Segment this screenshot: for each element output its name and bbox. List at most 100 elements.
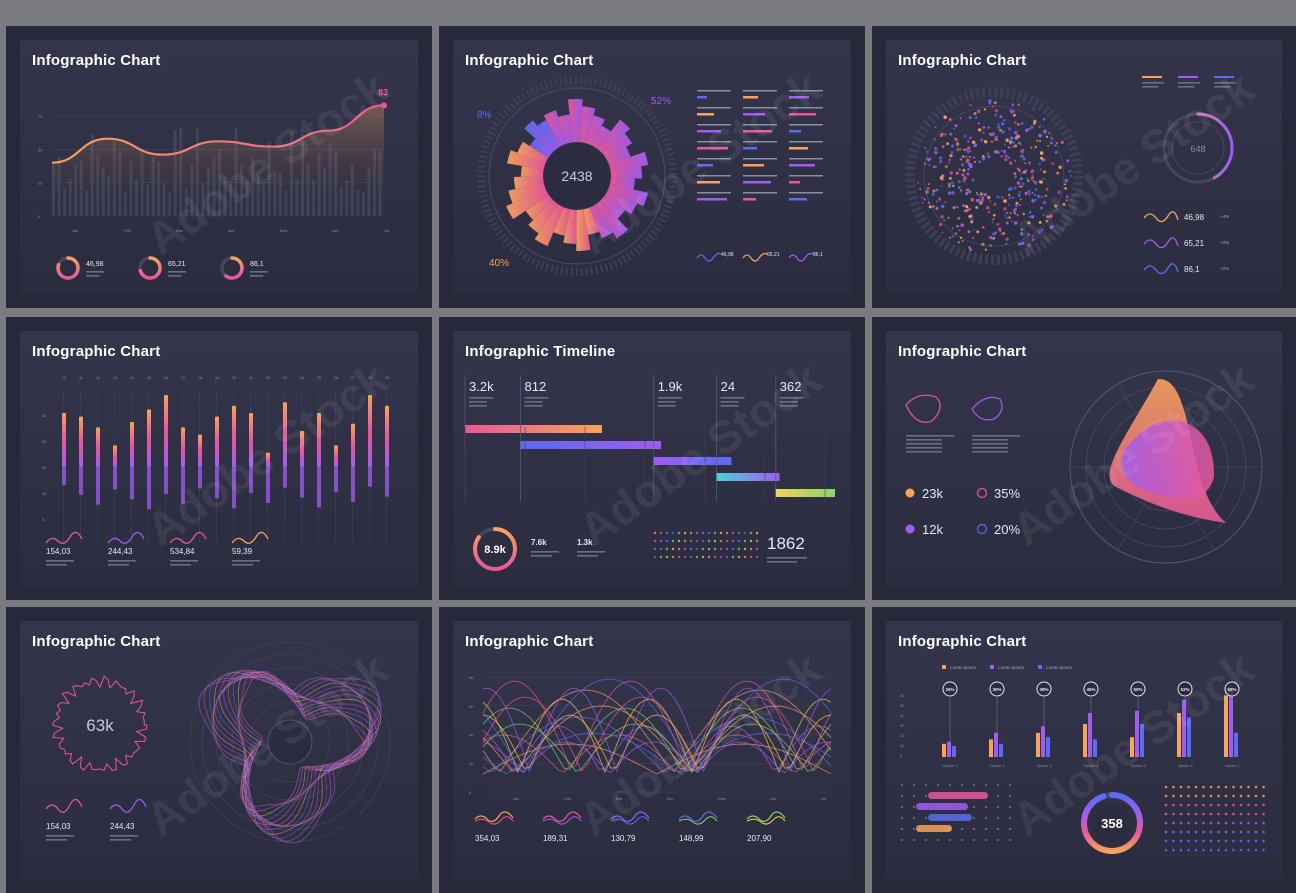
grid-dot [972, 827, 976, 831]
scatter-point [1016, 167, 1020, 170]
bar [1140, 724, 1144, 757]
dot-matrix-point [1217, 830, 1220, 834]
legend-caption [743, 158, 777, 160]
mini-sparkline [231, 531, 269, 544]
bar [147, 409, 151, 467]
legend-bar [743, 147, 757, 150]
scatter-point [941, 132, 944, 135]
scatter-point [961, 239, 964, 242]
scatter-point [1038, 125, 1041, 128]
bar [1088, 713, 1092, 757]
dot-matrix-point [743, 531, 747, 535]
scatter-point [1005, 216, 1008, 219]
scatter-point [1043, 170, 1047, 174]
scatter-point [959, 158, 962, 161]
y-tick-label: 20 [42, 465, 47, 470]
dot-matrix-point [755, 539, 759, 543]
dot-matrix-point [1224, 848, 1228, 852]
dot-matrix-point [1209, 848, 1213, 852]
x-tick-label: Feb [564, 796, 572, 801]
scatter-point [941, 174, 944, 177]
scatter-point [1031, 191, 1034, 194]
scatter-point [941, 231, 944, 234]
scatter-point [988, 99, 992, 103]
grid-dot [912, 794, 916, 798]
scatter-point [1013, 172, 1017, 175]
caption-line [906, 435, 954, 437]
bar [1177, 713, 1181, 757]
y-tick-label: 20 [469, 761, 474, 766]
x-tick-label: 13 [113, 376, 117, 380]
scatter-point [939, 222, 943, 227]
dot-matrix-point [1232, 839, 1235, 843]
dot-matrix-point [1224, 812, 1228, 816]
bar-lower [351, 467, 355, 503]
caption-line [168, 275, 182, 277]
progress-pill [916, 825, 952, 832]
scatter-point [971, 140, 976, 145]
caption-line [657, 397, 682, 399]
scatter-point [956, 147, 960, 152]
dot-matrix-point [665, 531, 669, 535]
scatter-point [935, 207, 938, 210]
y-tick-label: 0 [900, 753, 903, 758]
scatter-point [1038, 220, 1042, 224]
x-tick-label: 17 [181, 376, 185, 380]
scatter-point [944, 165, 948, 169]
scatter-point [1005, 221, 1009, 225]
mini-sparkline [45, 531, 83, 544]
dot-matrix-point [1247, 839, 1250, 843]
dot-matrix-point [713, 531, 717, 535]
scatter-point [982, 125, 986, 129]
scatter-point [927, 158, 931, 162]
legend-swatch [1142, 76, 1162, 78]
panel-graphic: 648 46,98 +4% 65,21 +2% 86,1 +2% [905, 76, 1236, 275]
dot-matrix-point [1247, 821, 1250, 825]
grid-dot [960, 783, 964, 787]
legend-bar [697, 181, 720, 184]
grid-dot [912, 827, 916, 831]
scatter-point [1024, 171, 1027, 174]
scatter-point [1019, 232, 1024, 236]
scatter-point [1001, 130, 1005, 134]
legend-caption [697, 175, 731, 177]
scatter-point [1048, 132, 1051, 134]
scatter-point [989, 102, 991, 105]
scatter-point [1034, 198, 1037, 201]
scatter-point [948, 117, 952, 121]
dot-matrix-point [1209, 830, 1213, 834]
scatter-point [999, 115, 1003, 119]
bar-lower [96, 467, 100, 505]
scatter-point [952, 206, 956, 210]
scatter-point [971, 178, 975, 182]
scatter-point [987, 210, 991, 214]
scatter-point [958, 168, 961, 171]
x-tick-label: 21 [249, 376, 253, 380]
dot-matrix-point [749, 555, 753, 559]
mini-stat: 130,79 [611, 834, 636, 843]
dot-matrix-point [1202, 821, 1205, 825]
dot-matrix-point [1262, 794, 1265, 798]
caption-line [972, 451, 1008, 453]
dot-matrix-point [1262, 848, 1265, 852]
scatter-point [997, 122, 1000, 126]
scatter-point [998, 227, 1002, 231]
scatter-point [1037, 194, 1041, 199]
dot-matrix-point [1164, 812, 1168, 816]
dot-matrix-point [689, 539, 693, 543]
slice-label: 40% [489, 258, 509, 269]
mini-stat: 154,03 [46, 822, 71, 831]
legend-bar [789, 181, 800, 184]
dot-matrix-point [755, 555, 759, 559]
dot-matrix-point [653, 531, 657, 535]
mini-stat: 148,99 [679, 834, 704, 843]
dot-matrix-point [1194, 848, 1198, 852]
y-tick-label: 0 [42, 517, 45, 522]
scatter-point [1070, 174, 1072, 177]
scatter-point [1002, 232, 1006, 235]
scatter-point [1032, 238, 1035, 241]
x-tick-label: 25 [317, 376, 321, 380]
scatter-point [983, 192, 987, 197]
legend-value: 12k [922, 522, 943, 537]
legend-caption [789, 90, 823, 92]
